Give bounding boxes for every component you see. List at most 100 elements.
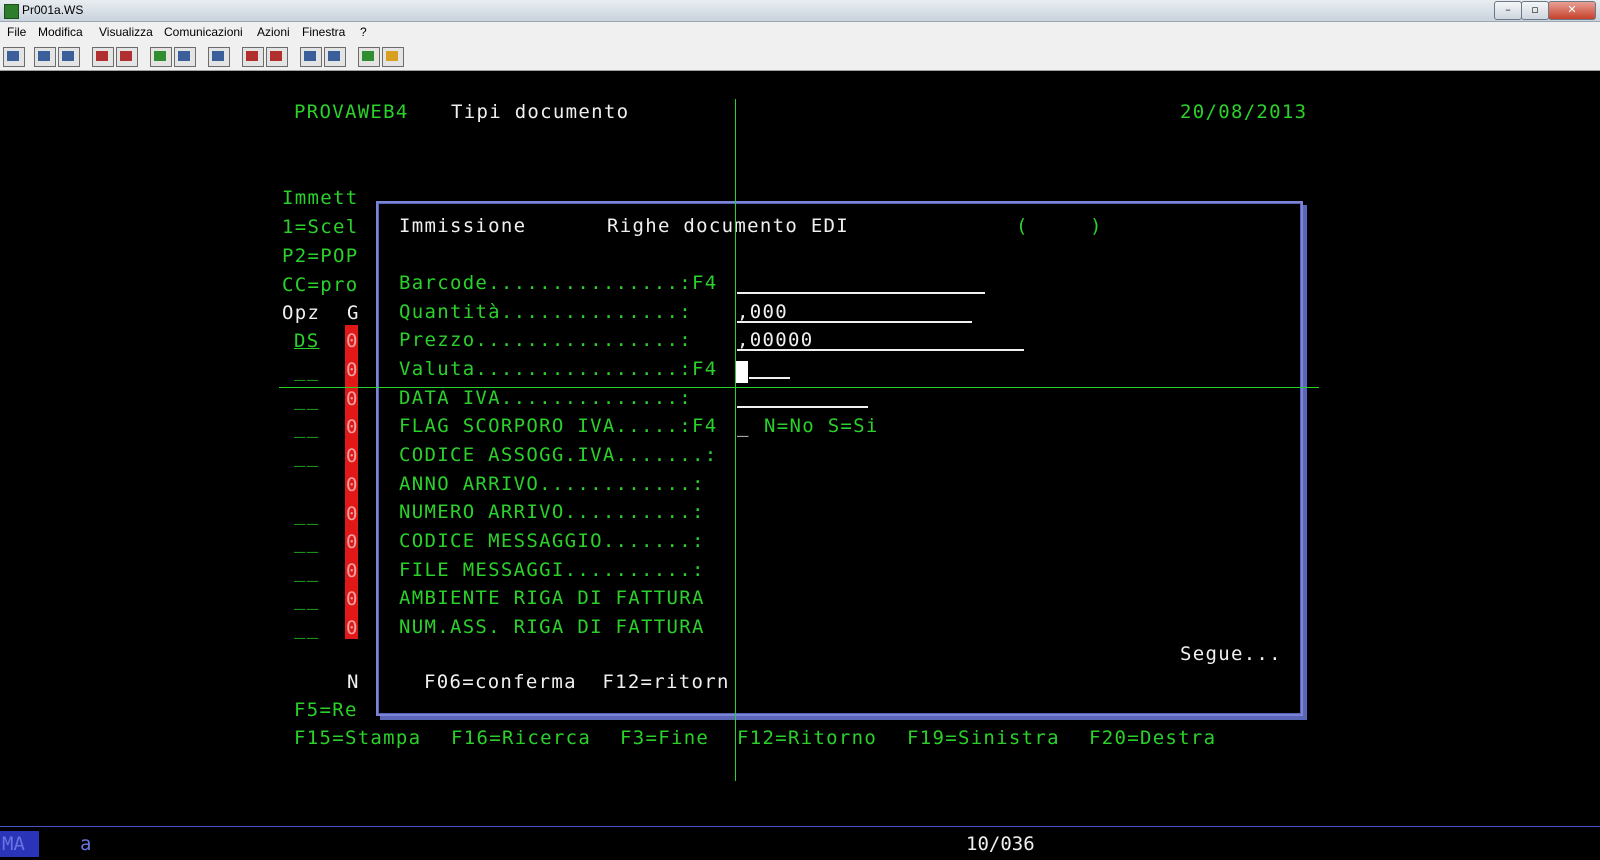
status-value: 0 (346, 445, 358, 467)
menu-bar: File Modifica Visualizza Comunicazioni A… (0, 22, 1600, 42)
screen-title: Tipi documento (451, 101, 630, 123)
option-input-8[interactable]: __ (294, 560, 319, 582)
footer-f5: F5=Re (294, 699, 358, 721)
popup-title: Righe documento EDI (607, 215, 850, 237)
option-input-7[interactable]: __ (294, 531, 319, 553)
menu-help[interactable]: ? (360, 25, 367, 39)
label-codice-assogg: CODICE ASSOGG.IVA.......: (399, 444, 718, 466)
prezzo-input[interactable] (737, 349, 1024, 351)
label-data-iva: DATA IVA..............: (399, 387, 692, 409)
instruction-line-3: P2=POP (282, 245, 359, 267)
option-input-10[interactable]: __ (294, 617, 319, 639)
more-indicator: Segue... (1180, 643, 1282, 665)
footer-letter: N (347, 671, 360, 693)
option-input-3[interactable]: __ (294, 388, 319, 410)
toolbar (0, 42, 1600, 71)
option-input-6[interactable]: __ (294, 503, 319, 525)
label-num-ass-riga: NUM.ASS. RIGA DI FATTURA (399, 616, 705, 638)
crosshair-vertical (735, 99, 736, 781)
status-value: 0 (346, 560, 358, 582)
quantita-input-value: ,000 (737, 301, 788, 323)
label-ambiente-riga: AMBIENTE RIGA DI FATTURA (399, 587, 705, 609)
help-icon[interactable] (382, 47, 404, 67)
close-button[interactable]: ✕ (1548, 1, 1596, 20)
data-iva-input[interactable] (737, 406, 868, 408)
popup-paren-close: ) (1090, 215, 1103, 237)
crosshair-horizontal (279, 387, 1319, 388)
label-barcode: Barcode...............:F4 (399, 272, 718, 294)
fkey-ritorno[interactable]: F12=Ritorno (737, 727, 877, 749)
quantita-input[interactable] (737, 321, 972, 323)
status-value: 0 (346, 588, 358, 610)
program-name: PROVAWEB4 (294, 101, 409, 123)
option-input-2[interactable]: __ (294, 359, 319, 381)
instruction-line-1: Immett (282, 187, 359, 209)
menu-finestra[interactable]: Finestra (302, 25, 345, 39)
session-indicator: a (80, 833, 92, 855)
menu-modifica[interactable]: Modifica (38, 25, 83, 39)
menu-visualizza[interactable]: Visualizza (99, 25, 153, 39)
text-cursor (736, 361, 748, 383)
status-value: 0 (346, 388, 358, 410)
column-header-g: G (347, 302, 360, 324)
fkey-destra[interactable]: F20=Destra (1089, 727, 1216, 749)
print-screen-icon[interactable] (3, 47, 25, 67)
menu-file[interactable]: File (7, 25, 26, 39)
label-prezzo: Prezzo................: (399, 329, 692, 351)
maximize-button[interactable]: ▫ (1521, 1, 1549, 20)
label-quantita: Quantità..............: (399, 301, 692, 323)
macro-play-icon[interactable] (242, 47, 264, 67)
status-value: 0 (346, 330, 358, 352)
window-title: Pr001a.WS (22, 3, 84, 17)
status-value: 0 (346, 359, 358, 381)
keyboard-map-icon[interactable] (174, 47, 196, 67)
title-bar: Pr001a.WS – ▫ ✕ (0, 0, 1600, 22)
flag-scorporo-input[interactable]: _ (737, 415, 750, 437)
fkey-fine[interactable]: F3=Fine (620, 727, 709, 749)
valuta-input[interactable] (749, 377, 790, 379)
column-header-opz: Opz (282, 302, 321, 324)
label-valuta: Valuta................:F4 (399, 358, 718, 380)
receive-file-icon[interactable] (116, 47, 138, 67)
popup-function-keys[interactable]: F06=conferma F12=ritorn (424, 671, 730, 693)
instruction-line-2: 1=Scel (282, 216, 359, 238)
option-input-5[interactable]: __ (294, 445, 319, 467)
display-icon[interactable] (150, 47, 172, 67)
flag-scorporo-hint: N=No S=Si (764, 415, 879, 437)
label-codice-messaggio: CODICE MESSAGGIO.......: (399, 530, 705, 552)
instruction-line-4: CC=pro (282, 274, 359, 296)
globe-icon[interactable] (358, 47, 380, 67)
app-icon (4, 4, 19, 19)
paste-icon[interactable] (58, 47, 80, 67)
option-input-4[interactable]: __ (294, 416, 319, 438)
fkey-sinistra[interactable]: F19=Sinistra (907, 727, 1060, 749)
label-file-messaggi: FILE MESSAGGI..........: (399, 559, 705, 581)
status-value: 0 (346, 474, 358, 496)
status-bar: MA a 10/036 (0, 827, 1600, 860)
status-value: 0 (346, 503, 358, 525)
menu-azioni[interactable]: Azioni (257, 25, 290, 39)
label-anno-arrivo: ANNO ARRIVO............: (399, 473, 705, 495)
prezzo-input-value: ,00000 (737, 329, 814, 351)
menu-comunicazioni[interactable]: Comunicazioni (164, 25, 243, 39)
send-file-icon[interactable] (92, 47, 114, 67)
terminal-screen[interactable]: PROVAWEB4 Tipi documento 20/08/2013 Imme… (0, 71, 1600, 826)
status-value: 0 (346, 531, 358, 553)
label-flag-scorporo: FLAG SCORPORO IVA.....:F4 (399, 415, 718, 437)
option-input-9[interactable]: __ (294, 588, 319, 610)
mode-indicator: MA (2, 833, 25, 855)
popup-paren-open: ( (1016, 215, 1029, 237)
copy-icon[interactable] (34, 47, 56, 67)
label-numero-arrivo: NUMERO ARRIVO..........: (399, 501, 705, 523)
status-value: 0 (346, 617, 358, 639)
status-value: 0 (346, 416, 358, 438)
fkey-stampa[interactable]: F15=Stampa (294, 727, 421, 749)
macro-stop-icon[interactable] (266, 47, 288, 67)
macro-edit-icon[interactable] (300, 47, 322, 67)
macro-run-icon[interactable] (324, 47, 346, 67)
minimize-button[interactable]: – (1494, 1, 1522, 20)
macro-record-icon[interactable] (208, 47, 230, 67)
barcode-input[interactable] (737, 292, 985, 294)
fkey-ricerca[interactable]: F16=Ricerca (451, 727, 591, 749)
option-input-1[interactable]: DS (294, 330, 319, 352)
